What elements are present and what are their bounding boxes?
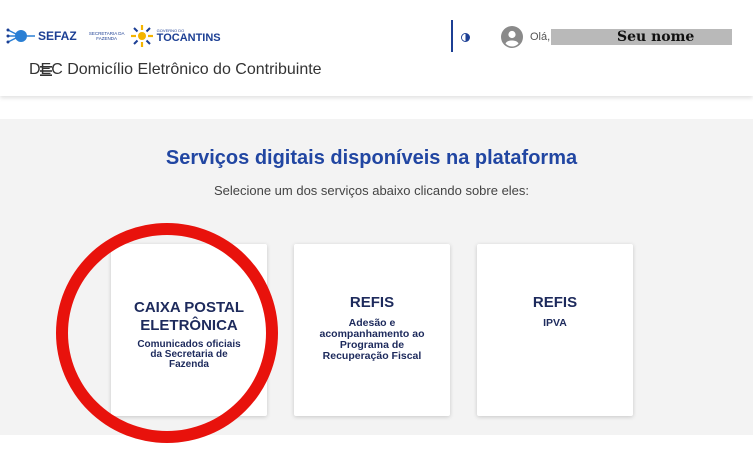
- card-description: Comunicados oficiais da Secretaria de Fa…: [137, 339, 241, 370]
- header-divider: [451, 20, 453, 52]
- sefaz-circuit-icon: [6, 28, 35, 44]
- tocantins-logo: GOVERNO DO TOCANTINS: [156, 28, 221, 44]
- header: SEFAZ SECRETARIA DA FAZENDA GOVERNO DO T…: [0, 0, 753, 96]
- contrast-icon[interactable]: [461, 33, 470, 42]
- card-title: CAIXA POSTAL ELETRÔNICA: [133, 299, 244, 334]
- card-description: Adesão e acompanhamento ao Programa de R…: [319, 317, 425, 362]
- card-title: REFIS: [532, 294, 578, 311]
- logo-group[interactable]: SEFAZ SECRETARIA DA FAZENDA GOVERNO DO T…: [6, 22, 221, 50]
- app-title: DEC Domicílio Eletrônico do Contribuinte: [29, 61, 322, 78]
- section-subtitle: Selecione um dos serviços abaixo clicand…: [213, 183, 530, 198]
- services-section: Serviços digitais disponíveis na platafo…: [0, 119, 753, 435]
- sefaz-logo-text: SEFAZ: [38, 29, 77, 43]
- user-avatar-icon[interactable]: [501, 26, 523, 48]
- hamburger-menu-icon[interactable]: [40, 66, 52, 76]
- user-name[interactable]: Seu nome: [551, 29, 732, 45]
- service-card-refis-ipva[interactable]: REFIS IPVA: [477, 244, 633, 416]
- card-title: REFIS: [349, 294, 395, 311]
- greeting-label: Olá,: [530, 31, 551, 43]
- tocantins-sun-icon: [130, 25, 153, 47]
- section-title: Serviços digitais disponíveis na platafo…: [165, 147, 578, 169]
- card-description: IPVA: [543, 317, 567, 329]
- secretaria-logo-text: SECRETARIA DA FAZENDA: [88, 31, 125, 41]
- service-card-caixa-postal[interactable]: CAIXA POSTAL ELETRÔNICA Comunicados ofic…: [111, 244, 267, 416]
- service-card-refis[interactable]: REFIS Adesão e acompanhamento ao Program…: [294, 244, 450, 416]
